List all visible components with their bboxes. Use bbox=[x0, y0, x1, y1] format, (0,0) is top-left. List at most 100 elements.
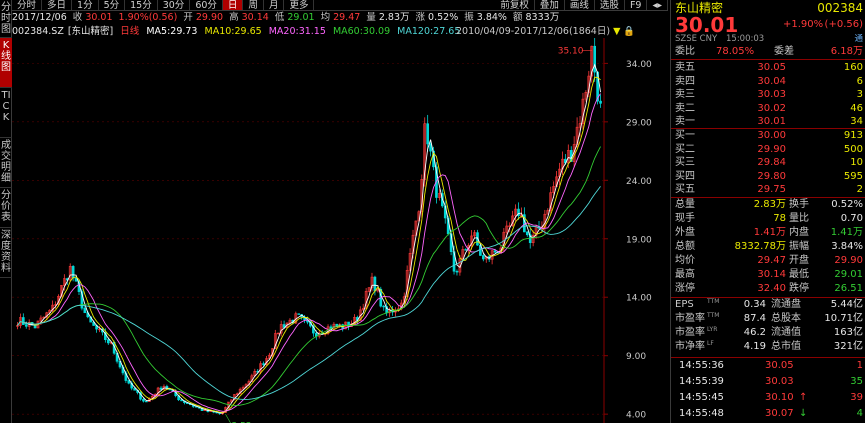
scroll-arrows-icon[interactable]: ◂▸ bbox=[647, 0, 668, 11]
tab-intraday[interactable]: 分时图 bbox=[0, 0, 12, 38]
fin-value: 10.71亿 bbox=[824, 313, 863, 324]
tick-volume: 35 bbox=[850, 376, 863, 387]
range-arrow-icon[interactable]: ▼ 🔒 bbox=[613, 26, 635, 37]
candle-body bbox=[525, 231, 529, 236]
stock-pick-button[interactable]: 选股 bbox=[595, 0, 625, 11]
tick-time: 14:55:45 bbox=[679, 392, 724, 403]
more-button[interactable]: 更多 bbox=[284, 0, 315, 11]
draw-button[interactable]: 画线 bbox=[565, 0, 595, 11]
tick-up-icon: ↑ bbox=[799, 392, 808, 403]
period-button[interactable]: 月 bbox=[264, 0, 285, 11]
info-change: 1.90%(0.56) bbox=[118, 12, 178, 23]
quote-time: 15:00:03 bbox=[726, 34, 765, 44]
tab-depth-info[interactable]: 深度资料 bbox=[0, 228, 12, 278]
period-button[interactable]: 分时 bbox=[12, 0, 43, 11]
quote-market-row: SZSE CNY 15:00:03 通 bbox=[671, 34, 865, 45]
fin-row: 市净率 LF 4.19 总市值 321亿 bbox=[671, 340, 865, 354]
bid-label: 买二 bbox=[675, 143, 695, 155]
period-toolbar: 分时 多日 1分 5分 15分 30分 60分 日 周 月 更多 前复权 叠加 … bbox=[12, 0, 668, 11]
candle-body bbox=[180, 399, 183, 402]
bid-volume: 2 bbox=[856, 184, 863, 195]
tab-trade-detail[interactable]: 成交明细 bbox=[0, 138, 12, 188]
stat-label: 换手 bbox=[789, 199, 809, 210]
order-ratio: 78.05% bbox=[716, 46, 755, 57]
stat-value: 1.41万 bbox=[830, 227, 863, 238]
candle-body bbox=[71, 266, 75, 279]
ma10-label: MA10:29.65 bbox=[204, 26, 262, 37]
y-tick-label: 14.00 bbox=[626, 294, 652, 304]
period-button-day[interactable]: 日 bbox=[222, 0, 244, 11]
order-ratio-label: 委比 bbox=[675, 46, 695, 57]
stat-label: 外盘 bbox=[675, 227, 695, 238]
ask-volume: 6 bbox=[856, 75, 863, 87]
info-turn-label: 振 bbox=[464, 12, 474, 23]
stat-value: 29.01 bbox=[834, 269, 863, 280]
stat-value: 2.83万 bbox=[753, 199, 786, 210]
tick-price: 30.10 bbox=[765, 392, 794, 403]
tab-price-table[interactable]: 分价表 bbox=[0, 188, 12, 228]
fin-label: 总市值 bbox=[771, 341, 801, 352]
y-tick-label: 19.00 bbox=[626, 235, 652, 245]
order-diff-label: 委差 bbox=[774, 46, 794, 57]
period-button[interactable]: 5分 bbox=[99, 0, 126, 11]
overlay-button[interactable]: 叠加 bbox=[535, 0, 565, 11]
period-button[interactable]: 15分 bbox=[125, 0, 158, 11]
candle-body bbox=[426, 123, 429, 145]
stat-label: 量比 bbox=[789, 213, 809, 224]
stat-value: 78 bbox=[773, 213, 786, 224]
ask-volume: 3 bbox=[856, 89, 863, 100]
y-tick-label: 9.00 bbox=[626, 352, 646, 362]
fin-label: 市盈率 bbox=[675, 327, 705, 338]
period-button[interactable]: 30分 bbox=[158, 0, 191, 11]
ask-row: 卖二 30.02 46 bbox=[671, 102, 865, 116]
ask-price: 30.05 bbox=[757, 62, 786, 73]
stat-label: 最低 bbox=[789, 269, 809, 280]
quote-price: 30.01 bbox=[675, 13, 739, 37]
y-tick-label: 34.00 bbox=[626, 60, 652, 70]
info-vol-label: 量 bbox=[366, 12, 376, 23]
tick-price: 30.03 bbox=[765, 376, 794, 387]
tick-row: 14:55:36 30.05 1 bbox=[671, 359, 865, 373]
stat-value: 3.84% bbox=[831, 241, 863, 252]
stat-label: 内盘 bbox=[789, 227, 809, 238]
period-button[interactable]: 60分 bbox=[190, 0, 223, 11]
ma60-label: MA60:30.09 bbox=[332, 26, 391, 37]
bid-price: 29.80 bbox=[757, 170, 786, 182]
stat-label: 最高 bbox=[675, 269, 695, 280]
candle-body bbox=[142, 398, 145, 402]
bid-price: 29.90 bbox=[757, 143, 786, 155]
info-turn: 3.84% bbox=[476, 12, 507, 23]
tab-kline[interactable]: K线图 bbox=[0, 38, 12, 88]
tick-row: 14:55:48 30.07 ↓ 4 bbox=[671, 407, 865, 421]
period-button[interactable]: 周 bbox=[243, 0, 264, 11]
adjust-button[interactable]: 前复权 bbox=[495, 0, 535, 11]
tick-time: 14:55:48 bbox=[679, 408, 724, 419]
ask-price: 30.03 bbox=[757, 89, 786, 100]
ask-price: 30.01 bbox=[757, 116, 786, 127]
stat-label: 现手 bbox=[675, 213, 695, 224]
ask-volume: 160 bbox=[843, 62, 863, 73]
quote-tag[interactable]: 通 bbox=[854, 34, 863, 45]
period-button[interactable]: 1分 bbox=[72, 0, 99, 11]
tick-time: 14:55:36 bbox=[679, 360, 724, 371]
tick-volume: 39 bbox=[850, 392, 863, 403]
ask-row: 卖五 30.05 160 bbox=[671, 61, 865, 75]
info-open-label: 开 bbox=[183, 12, 193, 23]
fin-value: 321亿 bbox=[833, 341, 863, 352]
candle-body bbox=[464, 249, 468, 251]
ask-label: 卖三 bbox=[675, 89, 695, 100]
fin-value: 163亿 bbox=[833, 327, 863, 338]
candle-body bbox=[493, 250, 497, 253]
tab-tick[interactable]: TICK bbox=[0, 88, 12, 138]
info-amp-label: 涨 bbox=[415, 12, 426, 23]
ask-label: 卖四 bbox=[675, 75, 695, 87]
stat-value: 8332.78万 bbox=[734, 241, 786, 252]
tick-price: 30.05 bbox=[765, 360, 794, 371]
bid-volume: 10 bbox=[850, 157, 863, 168]
fin-row: 市盈率 LYR 46.2 流通值 163亿 bbox=[671, 326, 865, 340]
period-button[interactable]: 多日 bbox=[42, 0, 73, 11]
kline-chart[interactable]: 34.0029.0024.0019.0014.009.004.0035.103.… bbox=[12, 38, 668, 423]
f9-button[interactable]: F9 bbox=[625, 0, 648, 11]
quote-panel: 东山精密 002384 30.01 +1.90% (+0.56) SZSE CN… bbox=[670, 0, 865, 423]
stock-code: 002384.SZ bbox=[12, 26, 64, 37]
